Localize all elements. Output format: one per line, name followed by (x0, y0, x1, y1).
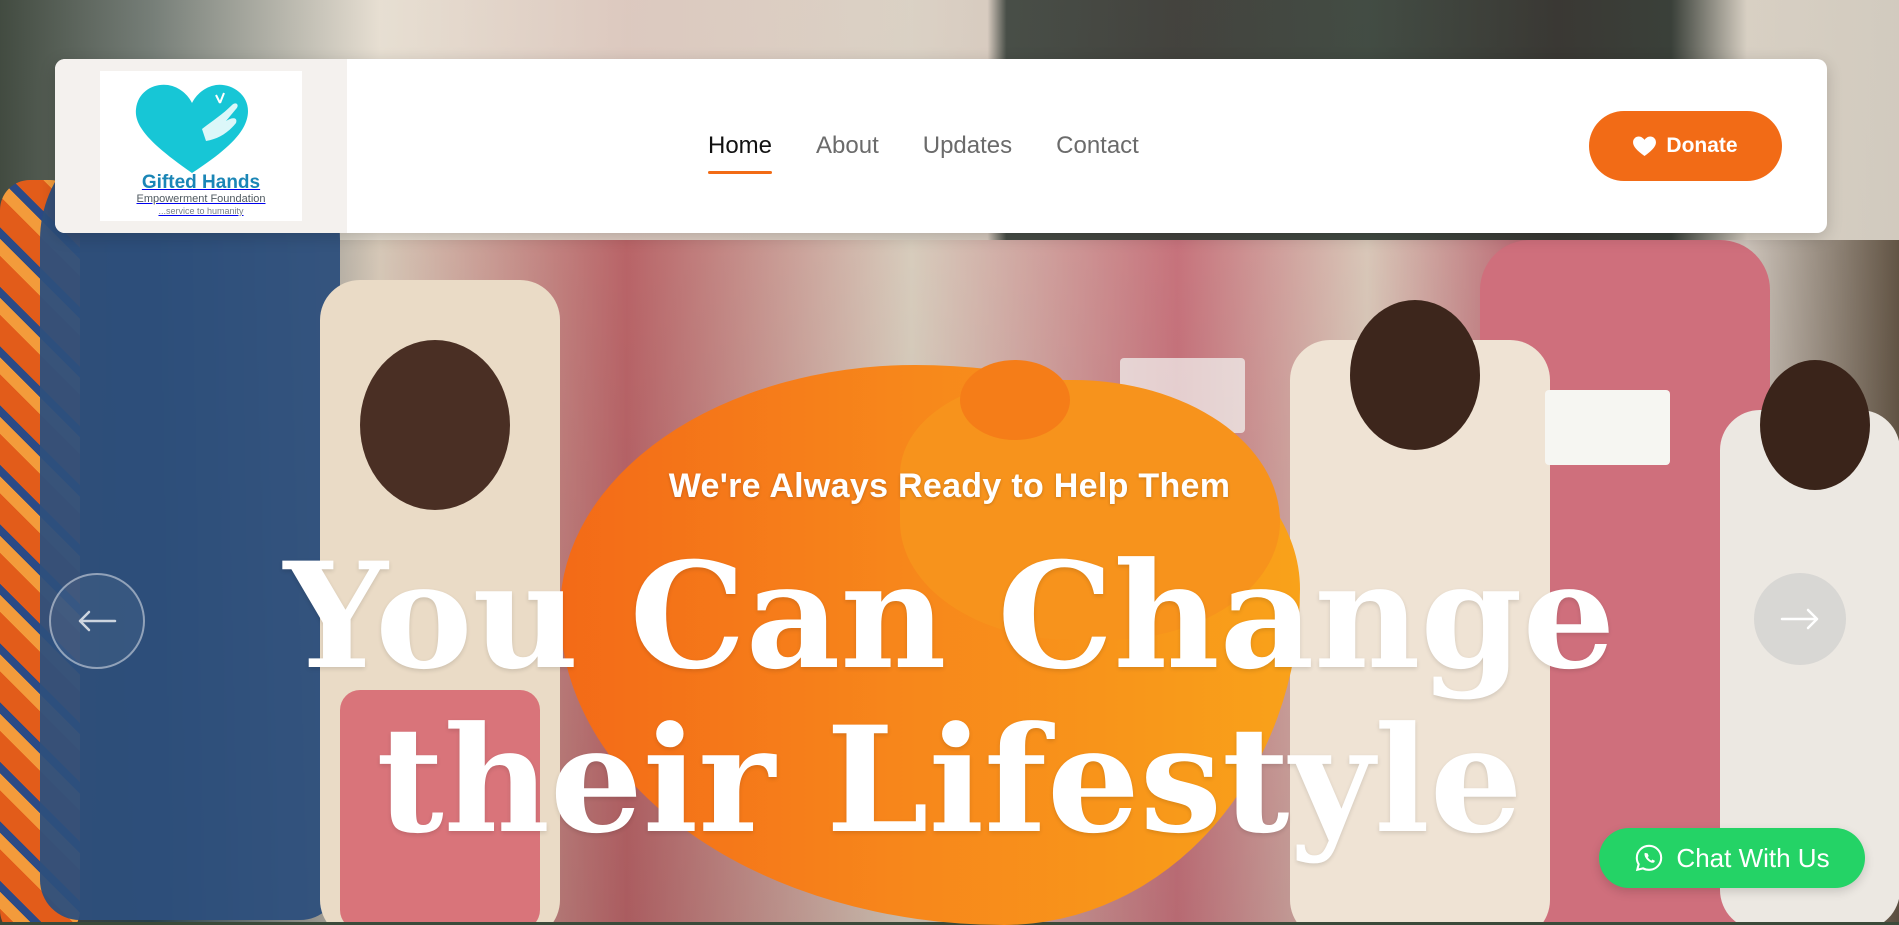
photo-child-right-head (1350, 300, 1480, 450)
hero-kicker: We're Always Ready to Help Them (668, 467, 1231, 505)
nav-item-updates[interactable]: Updates (923, 126, 1012, 166)
nav-item-contact[interactable]: Contact (1056, 126, 1139, 166)
photo-paper-right (1545, 390, 1670, 465)
donate-button[interactable]: Donate (1589, 111, 1782, 181)
heart-hand-logo-icon (135, 84, 248, 173)
hero-headline: You Can Change their Lifestyle (0, 535, 1899, 863)
chat-with-us-button[interactable]: Chat With Us (1599, 828, 1865, 888)
site-logo[interactable]: Gifted Hands Empowerment Foundation ...s… (100, 71, 302, 221)
slider-next-button[interactable] (1754, 573, 1846, 665)
hero-headline-line1: You Can Change (283, 531, 1616, 702)
main-nav: Home About Updates Contact (708, 59, 1139, 233)
nav-item-home[interactable]: Home (708, 126, 773, 174)
arrow-left-icon (78, 610, 117, 632)
nav-item-about[interactable]: About (816, 126, 879, 166)
logo-tagline: ...service to humanity (158, 206, 244, 216)
heart-icon (1633, 135, 1657, 156)
whatsapp-icon (1636, 844, 1663, 872)
logo-container: Gifted Hands Empowerment Foundation ...s… (55, 59, 347, 233)
site-header: Gifted Hands Empowerment Foundation ...s… (55, 59, 1827, 233)
arrow-right-icon (1780, 608, 1819, 630)
logo-subtitle: Empowerment Foundation (136, 193, 266, 205)
slider-prev-button[interactable] (49, 573, 145, 669)
orange-paint-splash-top (960, 360, 1070, 440)
donate-label: Donate (1666, 134, 1738, 157)
chat-label: Chat With Us (1676, 842, 1830, 873)
